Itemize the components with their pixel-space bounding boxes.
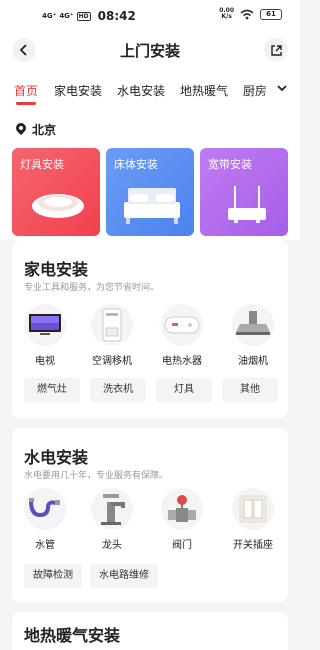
service-label: 阀门 xyxy=(172,540,192,551)
service-switch-socket[interactable]: 开关插座 xyxy=(223,488,283,551)
service-water-heater[interactable]: 电热水器 xyxy=(152,304,212,367)
chip-fault-detection[interactable]: 故障检测 xyxy=(24,564,82,588)
active-tab-indicator xyxy=(16,102,36,105)
service-tv[interactable]: 电视 xyxy=(15,304,75,367)
service-label: 水管 xyxy=(35,540,55,551)
service-water-pipe[interactable]: 水管 xyxy=(15,488,75,551)
tab-home[interactable]: 首页 xyxy=(14,82,38,99)
switch-socket-icon xyxy=(232,488,274,530)
signal-icon: 4G⁺ xyxy=(42,11,57,20)
section-title: 家电安装 xyxy=(24,260,89,279)
section-appliance-install: 家电安装 专业工具和服务，为您节省时间。 电视 空调移机 电热水器 油烟机 燃气… xyxy=(12,240,288,418)
section-title: 水电安装 xyxy=(24,448,89,467)
section-title: 地热暖气安装 xyxy=(24,626,121,645)
service-label: 龙头 xyxy=(102,540,122,551)
tab-plumbing-electric[interactable]: 水电安装 xyxy=(117,82,165,99)
chip-washing-machine[interactable]: 洗衣机 xyxy=(90,378,146,402)
battery-icon: 61 xyxy=(260,8,282,20)
share-button[interactable] xyxy=(264,38,288,62)
chip-gas-stove[interactable]: 燃气灶 xyxy=(24,378,80,402)
share-icon xyxy=(270,44,282,56)
wifi-icon xyxy=(240,9,254,19)
faucet-icon xyxy=(91,488,133,530)
chip-lighting[interactable]: 灯具 xyxy=(156,378,212,402)
banner-lighting[interactable]: 灯具安装 xyxy=(12,148,100,236)
section-floor-heating: 地热暖气安装 xyxy=(12,612,288,650)
air-conditioner-icon xyxy=(91,304,133,346)
chevron-down-icon[interactable] xyxy=(276,82,288,96)
valve-icon xyxy=(161,488,203,530)
title-bar: 上门安装 xyxy=(0,30,300,70)
service-label: 空调移机 xyxy=(92,356,132,367)
ceiling-lamp-icon xyxy=(32,194,84,218)
water-pipe-icon xyxy=(24,488,66,530)
service-range-hood[interactable]: 油烟机 xyxy=(223,304,283,367)
page-title: 上门安装 xyxy=(119,42,180,60)
tv-icon xyxy=(24,304,66,346)
chip-circuit-repair[interactable]: 水电路维修 xyxy=(90,564,158,588)
city-name: 北京 xyxy=(32,123,57,137)
bed-icon xyxy=(124,188,180,224)
net-speed: 0.00 K/s xyxy=(219,7,234,20)
tab-floor-heating[interactable]: 地热暖气 xyxy=(180,82,228,99)
router-icon xyxy=(228,186,266,223)
tab-appliance-install[interactable]: 家电安装 xyxy=(54,82,102,99)
section-subtitle: 水电要用几十年，专业服务有保障。 xyxy=(24,471,169,481)
banner-broadband[interactable]: 宽带安装 xyxy=(200,148,288,236)
location-bar[interactable]: 北京 xyxy=(0,110,300,148)
service-label: 油烟机 xyxy=(238,356,268,367)
status-time: 08:42 xyxy=(97,9,136,23)
status-bar: 4G⁺ 4G⁺ HD 08:42 0.00 K/s 61 xyxy=(0,0,300,30)
section-plumbing-electric: 水电安装 水电要用几十年，专业服务有保障。 水管 龙头 阀门 开关插座 故障检测… xyxy=(12,428,288,602)
section-subtitle: 专业工具和服务，为您节省时间。 xyxy=(24,283,160,293)
location-pin-icon xyxy=(13,120,29,136)
water-heater-icon xyxy=(161,304,203,346)
service-ac-relocation[interactable]: 空调移机 xyxy=(82,304,142,367)
hd-badge: HD xyxy=(76,11,91,21)
range-hood-icon xyxy=(232,304,274,346)
banner-title: 床体安装 xyxy=(114,158,158,171)
service-label: 开关插座 xyxy=(233,540,273,551)
chip-other[interactable]: 其他 xyxy=(222,378,278,402)
service-label: 电视 xyxy=(35,356,55,367)
banner-row: 灯具安装 床体安装 宽带安装 xyxy=(0,148,300,240)
banner-title: 灯具安装 xyxy=(20,158,64,171)
service-label: 电热水器 xyxy=(162,356,202,367)
signal-icon: 4G⁺ xyxy=(59,11,74,20)
service-faucet[interactable]: 龙头 xyxy=(82,488,142,551)
service-valve[interactable]: 阀门 xyxy=(152,488,212,551)
category-tabs: 首页 家电安装 水电安装 地热暖气 厨房 xyxy=(0,70,300,110)
banner-bed[interactable]: 床体安装 xyxy=(106,148,194,236)
banner-title: 宽带安装 xyxy=(208,158,252,171)
